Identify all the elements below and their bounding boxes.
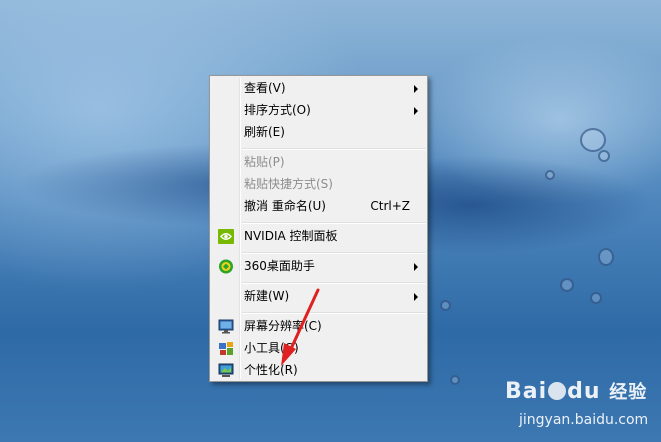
baidu-jingyan-watermark: Bai du 经验 jingyan.baidu.com <box>505 378 655 438</box>
watermark-product: 经验 <box>609 382 648 403</box>
annotation-arrow-icon <box>281 288 320 366</box>
watermark-brand: Bai <box>505 379 548 404</box>
paw-icon <box>548 382 567 400</box>
watermark-url: jingyan.baidu.com <box>519 412 649 428</box>
watermark-logo: Bai du 经验 <box>505 378 647 404</box>
watermark-brand-suffix: du <box>567 379 601 404</box>
